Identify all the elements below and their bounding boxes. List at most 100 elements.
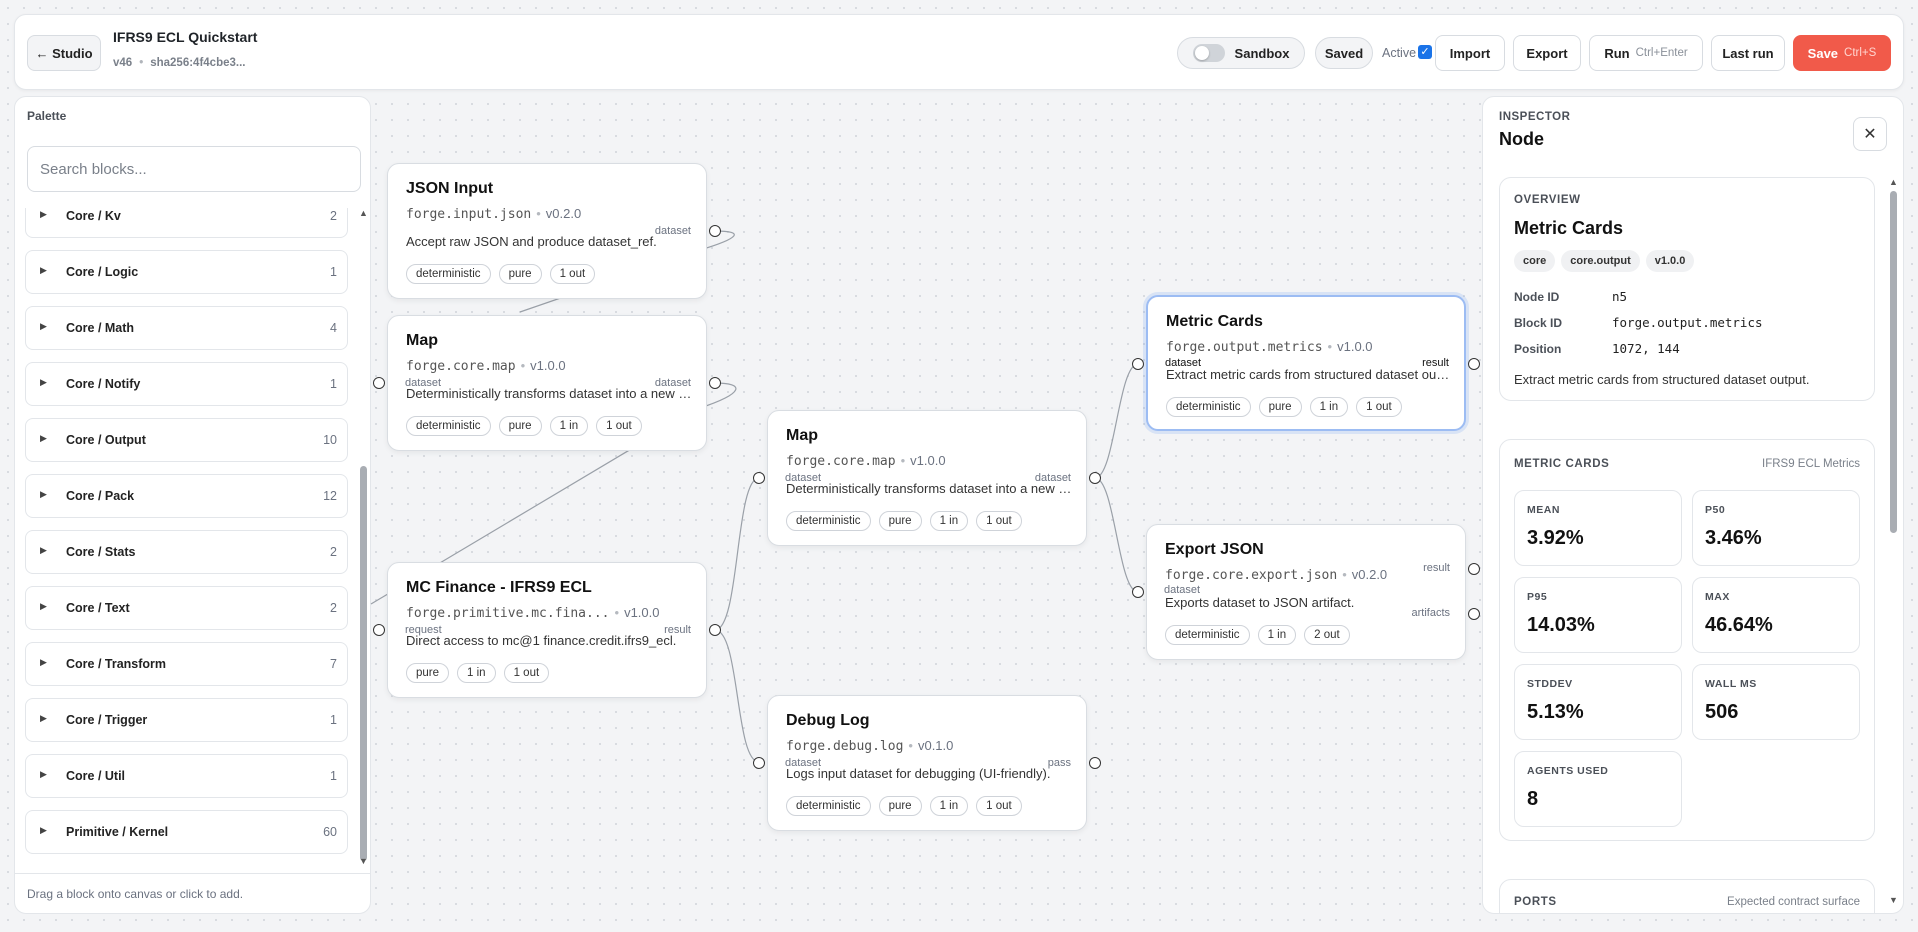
tag: 1 out [549,264,596,284]
separator-dot: • [1342,567,1347,582]
block-id: forge.core.map [786,454,896,469]
scroll-up-arrow-icon[interactable]: ▲ [1889,177,1898,187]
tag: 1 in [1257,625,1297,645]
node-json-input[interactable]: JSON Input forge.input.json • v0.2.0 Accep… [387,163,707,299]
palette-category[interactable]: ▶ Core / Kv 2 [25,208,348,238]
node-tags: pure 1 in 1 out [406,663,550,683]
scroll-down-arrow-icon[interactable]: ▼ [1889,895,1898,905]
metric-cards-note: IFRS9 ECL Metrics [1762,458,1860,470]
category-name: Core / Kv [66,209,121,223]
tag: deterministic [1165,625,1250,645]
tag: pure [498,264,542,284]
palette-category[interactable]: ▶ Core / Logic 1 [25,250,348,294]
output-port-handle[interactable] [709,624,721,636]
expand-triangle-icon[interactable]: ▶ [40,377,47,388]
input-port-handle[interactable] [1132,586,1144,598]
input-port-handle[interactable] [753,472,765,484]
category-count: 12 [323,489,337,503]
palette-category[interactable]: ▶ Core / Math 4 [25,306,348,350]
run-button[interactable]: Run Ctrl+Enter [1589,35,1703,71]
import-button[interactable]: Import [1435,35,1505,71]
active-checkbox[interactable]: ✓ [1418,45,1432,59]
expand-triangle-icon[interactable]: ▶ [40,265,47,276]
input-port-handle[interactable] [1132,358,1144,370]
node-mc-finance[interactable]: MC Finance - IFRS9 ECL forge.primitive.m… [387,562,707,698]
scroll-thumb[interactable] [360,466,367,861]
expand-triangle-icon[interactable]: ▶ [40,769,47,780]
output-port-handle[interactable] [1089,472,1101,484]
output-port-handle[interactable] [1468,358,1480,370]
category-count: 60 [323,825,337,839]
overview-card: OVERVIEW Metric Cards core core.output v… [1499,177,1875,401]
expand-triangle-icon[interactable]: ▶ [40,321,47,332]
output-port-handle[interactable] [709,377,721,389]
input-port-handle[interactable] [373,377,385,389]
expand-triangle-icon[interactable]: ▶ [40,601,47,612]
metric-card: P95 14.03% [1514,577,1682,653]
node-title: Metric Cards [1166,313,1263,330]
expand-triangle-icon[interactable]: ▶ [40,209,47,220]
category-name: Core / Transform [66,657,167,671]
last-run-button[interactable]: Last run [1711,35,1785,71]
category-count: 1 [330,769,337,783]
palette-category[interactable]: ▶ Core / Util 1 [25,754,348,798]
category-name: Core / Stats [66,545,136,559]
expand-triangle-icon[interactable]: ▶ [40,433,47,444]
export-button[interactable]: Export [1513,35,1581,71]
expand-triangle-icon[interactable]: ▶ [40,825,47,836]
block-version: v1.0.0 [624,605,660,620]
block-id: forge.primitive.mc.fina... [406,606,610,621]
back-to-studio-button[interactable]: ← Studio [27,35,101,71]
palette-category[interactable]: ▶ Core / Output 10 [25,418,348,462]
category-name: Core / Trigger [66,713,148,727]
block-id-label: Block ID [1514,316,1563,330]
close-inspector-button[interactable]: ✕ [1853,117,1887,151]
palette-category[interactable]: ▶ Core / Text 2 [25,586,348,630]
palette-scrollbar[interactable]: ▲ ▼ [357,208,369,868]
output-port-handle[interactable] [709,225,721,237]
separator-dot: • [1327,339,1333,354]
inspector-scrollbar[interactable]: ▲ ▼ [1887,177,1899,909]
toggle-switch-icon[interactable] [1192,44,1225,62]
node-export-json[interactable]: Export JSON forge.core.export.json • v0.2.… [1146,524,1466,660]
edge-mc-to-map2 [714,477,760,631]
separator-dot: • [614,605,620,620]
tag: pure [878,796,922,816]
metric-label: STDDEV [1527,678,1573,690]
save-shortcut: Ctrl+S [1844,47,1877,59]
node-map-2[interactable]: Map forge.core.map • v1.0.0 dataset datase… [767,410,1087,546]
input-port-handle[interactable] [753,757,765,769]
node-debug-log[interactable]: Debug Log forge.debug.log • v0.1.0 dataset… [767,695,1087,831]
tag: 1 out [596,416,642,436]
save-button[interactable]: Save Ctrl+S [1793,35,1891,71]
scroll-down-arrow-icon[interactable]: ▼ [359,856,368,866]
node-description: Extract metric cards from structured dat… [1166,367,1452,382]
expand-triangle-icon[interactable]: ▶ [40,657,47,668]
edge-map2-to-export [1094,477,1139,593]
expand-triangle-icon[interactable]: ▶ [40,545,47,556]
tag: deterministic [1166,397,1251,417]
block-search-input[interactable] [27,146,361,192]
output-port-handle[interactable] [1468,563,1480,575]
scroll-thumb[interactable] [1890,191,1897,533]
output-port-handle[interactable] [1468,608,1480,620]
expand-triangle-icon[interactable]: ▶ [40,713,47,724]
palette-category[interactable]: ▶ Core / Transform 7 [25,642,348,686]
tag: 1 in [1309,397,1349,417]
palette-category[interactable]: ▶ Core / Notify 1 [25,362,348,406]
palette-category[interactable]: ▶ Core / Stats 2 [25,530,348,574]
separator-dot: • [908,738,913,753]
output-port-handle[interactable] [1089,757,1101,769]
node-block-id: forge.output.metrics • v1.0.0 [1166,339,1373,355]
node-metric-cards[interactable]: Metric Cards forge.output.metrics • v1.0.0… [1146,295,1466,431]
palette-category[interactable]: ▶ Core / Pack 12 [25,474,348,518]
node-block-id: forge.core.export.json • v0.2.0 [1165,567,1387,583]
node-map-1[interactable]: Map forge.core.map • v1.0.0 dataset datase… [387,315,707,451]
inspector-content: OVERVIEW Metric Cards core core.output v… [1483,177,1903,913]
palette-category[interactable]: ▶ Core / Trigger 1 [25,698,348,742]
scroll-up-arrow-icon[interactable]: ▲ [359,208,368,218]
palette-category[interactable]: ▶ Primitive / Kernel 60 [25,810,348,854]
input-port-handle[interactable] [373,624,385,636]
expand-triangle-icon[interactable]: ▶ [40,489,47,500]
sandbox-toggle[interactable]: Sandbox [1177,37,1305,69]
